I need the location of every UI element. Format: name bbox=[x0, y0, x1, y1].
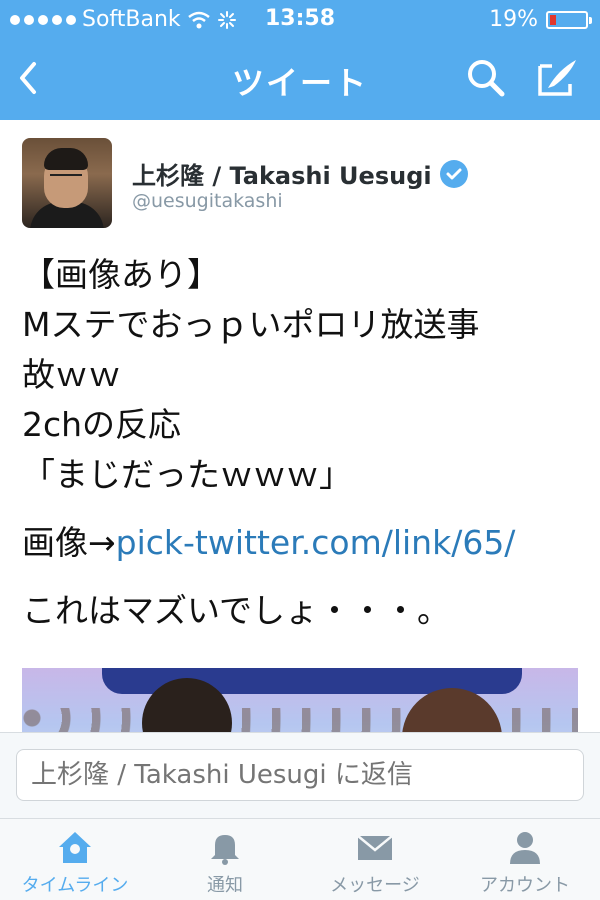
tab-notifications[interactable]: 通知 bbox=[150, 819, 300, 900]
tweet-link-line: 画像→pick-twitter.com/link/65/ bbox=[22, 518, 582, 568]
tab-messages[interactable]: メッセージ bbox=[300, 819, 450, 900]
bell-icon bbox=[211, 835, 239, 865]
verified-badge-icon bbox=[439, 159, 468, 188]
tab-bar: タイムライン 通知 メッセージ アカウント bbox=[0, 818, 600, 900]
tab-label: 通知 bbox=[207, 875, 243, 896]
tweet-line: 2chの反応 bbox=[22, 405, 182, 444]
reply-bar bbox=[0, 732, 600, 818]
tweet-line: 「まじだったｗｗｗ」 bbox=[22, 455, 352, 494]
search-button[interactable] bbox=[464, 56, 508, 100]
battery-level bbox=[550, 14, 556, 25]
link-prefix: 画像→ bbox=[22, 523, 116, 562]
tweet-line: 故ｗｗ bbox=[22, 355, 121, 394]
tweet-text: 【画像あり】 Mステでおっｐいポロリ放送事 故ｗｗ 2chの反応 「まじだったｗ… bbox=[22, 250, 582, 636]
tweet-line: 【画像あり】 bbox=[22, 255, 220, 294]
author-name-text: 上杉隆 / Takashi Uesugi bbox=[132, 162, 432, 190]
status-right: 19% bbox=[489, 7, 592, 32]
status-bar: SoftBank 13:58 19% bbox=[0, 0, 600, 40]
tweet-line: Mステでおっｐいポロリ放送事 bbox=[22, 305, 480, 344]
tab-label: メッセージ bbox=[330, 875, 420, 896]
tweet-link[interactable]: pick-twitter.com/link/65/ bbox=[116, 523, 516, 562]
tab-label: アカウント bbox=[480, 875, 570, 896]
avatar[interactable] bbox=[22, 138, 112, 228]
home-icon bbox=[59, 832, 91, 863]
app-header: SoftBank 13:58 19% ツイート bbox=[0, 0, 600, 120]
compose-button[interactable] bbox=[534, 56, 580, 100]
envelope-icon bbox=[357, 835, 393, 860]
tab-timeline[interactable]: タイムライン bbox=[0, 819, 150, 900]
tweet-closing-line: これはマズいでしょ・・・。 bbox=[22, 591, 451, 630]
tab-label: タイムライン bbox=[21, 875, 129, 896]
nav-bar: ツイート bbox=[0, 40, 600, 120]
search-icon bbox=[468, 60, 505, 97]
tab-account[interactable]: アカウント bbox=[450, 819, 600, 900]
tweet-media-image[interactable] bbox=[22, 668, 578, 732]
author-handle: @uesugitakashi bbox=[132, 190, 283, 212]
tweet-author[interactable]: 上杉隆 / Takashi Uesugi @uesugitakashi bbox=[22, 138, 582, 228]
author-name: 上杉隆 / Takashi Uesugi bbox=[132, 156, 468, 191]
page-title: ツイート bbox=[231, 64, 368, 102]
tweet-detail: 上杉隆 / Takashi Uesugi @uesugitakashi 【画像あ… bbox=[0, 120, 600, 732]
compose-icon bbox=[538, 60, 576, 96]
person-icon bbox=[510, 832, 540, 864]
reply-input[interactable] bbox=[16, 749, 584, 801]
battery-percent: 19% bbox=[489, 7, 538, 32]
battery-icon bbox=[546, 10, 592, 29]
